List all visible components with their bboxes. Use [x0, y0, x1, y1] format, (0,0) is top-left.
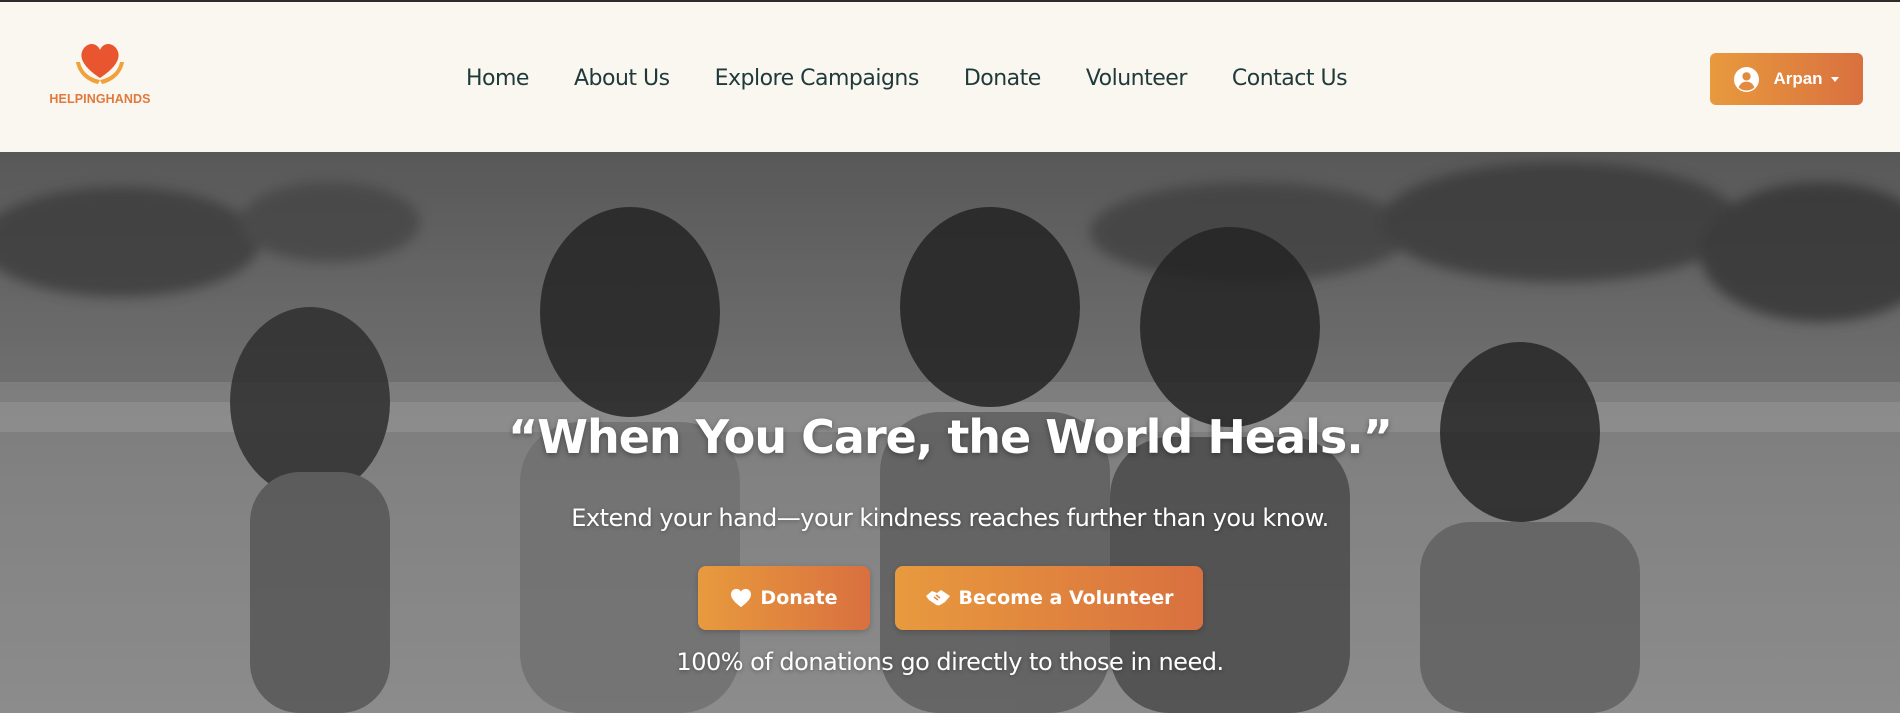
handshake-icon [925, 590, 950, 606]
user-menu-button[interactable]: Arpan [1710, 53, 1863, 105]
become-volunteer-button[interactable]: Become a Volunteer [895, 566, 1203, 630]
brand-name: HELPINGHANDS [49, 92, 151, 106]
donate-button[interactable]: Donate [698, 566, 870, 630]
site-header: HELPINGHANDS Home About Us Explore Campa… [0, 2, 1900, 152]
volunteer-button-label: Become a Volunteer [958, 587, 1174, 609]
nav-home[interactable]: Home [466, 66, 529, 91]
donation-note: 100% of donations go directly to those i… [676, 648, 1224, 676]
main-nav: Home About Us Explore Campaigns Donate V… [466, 60, 1392, 96]
brand-logo[interactable]: HELPINGHANDS [48, 38, 152, 110]
heart-hands-icon [76, 43, 124, 84]
nav-volunteer[interactable]: Volunteer [1086, 66, 1188, 91]
hero-subtitle: Extend your hand—your kindness reaches f… [571, 504, 1329, 532]
nav-contact-us[interactable]: Contact Us [1232, 66, 1348, 91]
nav-explore-campaigns[interactable]: Explore Campaigns [715, 66, 920, 91]
user-name: Arpan [1773, 69, 1823, 88]
hero-section: “When You Care, the World Heals.” Extend… [0, 152, 1900, 713]
heart-icon [731, 588, 752, 608]
nav-about-us[interactable]: About Us [574, 66, 670, 91]
chevron-down-icon [1830, 76, 1839, 82]
hero-title: “When You Care, the World Heals.” [508, 410, 1393, 464]
nav-donate[interactable]: Donate [964, 66, 1042, 91]
user-circle-icon [1734, 66, 1760, 92]
donate-button-label: Donate [760, 587, 838, 609]
